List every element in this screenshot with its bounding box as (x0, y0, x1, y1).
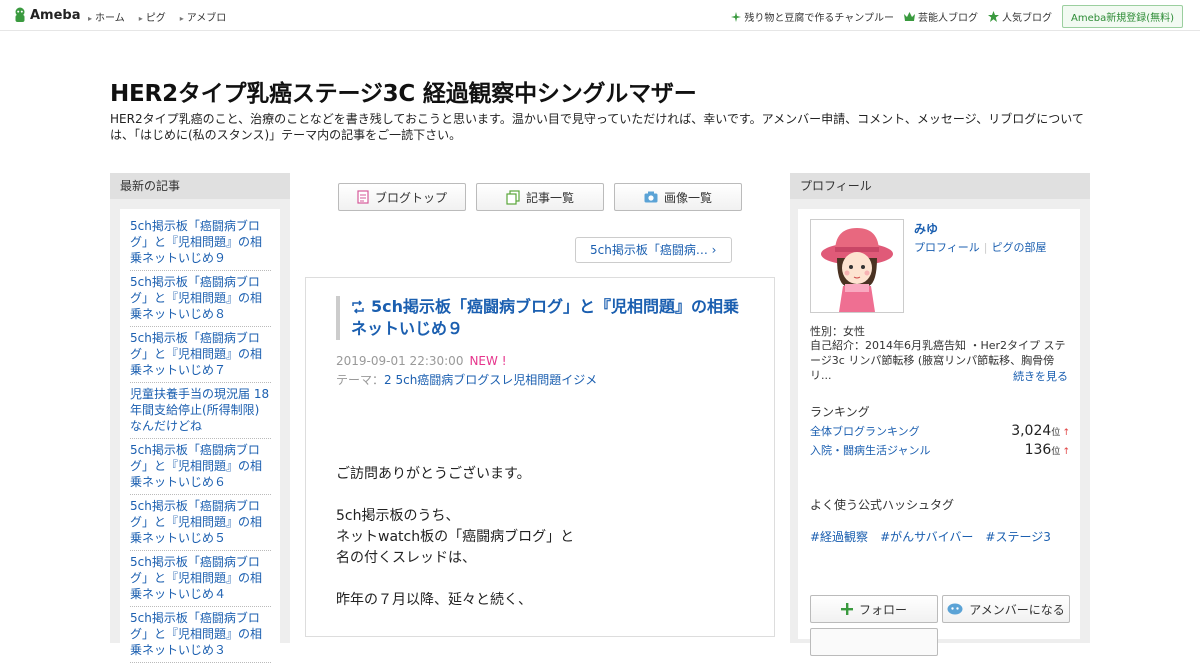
ranking-value: 3,024位 ↑ (1011, 423, 1070, 439)
body-line: 昨年の７月以降、延々と続く、 (336, 592, 532, 608)
next-entry-link[interactable]: 5ch掲示板「癌闘病… › (575, 237, 732, 263)
latest-entry-link[interactable]: 5ch掲示板「癌闘病ブログ」と『児相問題』の相乗ネットいじめ９ (130, 215, 271, 271)
amember-icon (947, 603, 963, 615)
body-line: 5ch掲示板のうち、 (336, 508, 460, 524)
read-more-link[interactable]: 続きを見る (1013, 368, 1068, 384)
latest-entries-list: 5ch掲示板「癌闘病ブログ」と『児相問題』の相乗ネットいじめ９ 5ch掲示板「癌… (120, 209, 280, 663)
message-button[interactable] (810, 628, 938, 656)
plus-icon (840, 603, 853, 615)
rank-number: 3,024 (1011, 423, 1052, 439)
entry-title-text: 5ch掲示板「癌闘病ブログ」と『児相問題』の相乗ネットいじめ９ (351, 297, 740, 338)
entry-theme: テーマ：2 5ch癌闘病ブログスレ児相問題イジメ (336, 371, 597, 388)
ameba-logo[interactable]: Ameba (13, 7, 81, 24)
nav-pigg[interactable]: ピグ (139, 9, 166, 24)
ranking-heading: ランキング (810, 405, 870, 419)
profile-box: みゆ プロフィール | ピグの部屋 性別：女性 自己紹介：2014年6月乳癌告知 ・… (798, 209, 1080, 656)
reblog-icon (352, 300, 364, 314)
amember-button[interactable]: アメンバーになる (942, 595, 1070, 623)
crown-icon (903, 11, 915, 21)
rank-unit: 位 (1051, 427, 1061, 438)
global-nav: ホーム ピグ アメブロ (88, 9, 240, 24)
blog-description: HER2タイプ乳癌のこと、治療のことなどを書き残しておこうと思います。温かい目で… (110, 112, 1084, 142)
profile-link[interactable]: プロフィール (914, 241, 980, 254)
camera-icon (644, 191, 658, 203)
blog-top-button[interactable]: ブログトップ (338, 183, 466, 211)
blog-nav-buttons: ブログトップ 記事一覧 画像一覧 (338, 183, 752, 211)
recipe-link-label: 残り物と豆腐で作るチャンプルー (744, 13, 894, 24)
link-separator: | (983, 241, 988, 254)
document-icon (357, 190, 369, 204)
latest-entries-heading: 最新の記事 (110, 173, 290, 199)
rank-up-icon: ↑ (1062, 428, 1070, 438)
header-right-links: 残り物と豆腐で作るチャンプルー 芸能人ブログ 人気ブログ Ameba新規登録(無… (731, 5, 1183, 28)
profile-name[interactable]: みゆ (914, 220, 938, 237)
star-icon (987, 11, 999, 22)
entry-date-text: 2019-09-01 22:30:00 (336, 354, 464, 368)
hashtag-list: #経過観察 #がんサバイバー #ステージ3 (810, 528, 1063, 545)
blog-title[interactable]: HER2タイプ乳癌ステージ3C 経過観察中シングルマザー (110, 74, 697, 108)
profile-heading: プロフィール (790, 173, 1090, 199)
body-line: 名の付くスレッドは、 (336, 550, 476, 566)
entry-title[interactable]: 5ch掲示板「癌闘病ブログ」と『児相問題』の相乗ネットいじめ９ (336, 296, 746, 340)
image-list-label: 画像一覧 (663, 190, 712, 205)
ranking-row: 入院・闘病生活ジャンル 136位 ↑ (810, 442, 1070, 458)
ameba-mascot-icon (15, 7, 25, 22)
global-header: Ameba ホーム ピグ アメブロ 残り物と豆腐で作るチャンプルー 芸能人ブログ… (0, 0, 1200, 31)
rank-up-icon: ↑ (1062, 447, 1070, 457)
chevron-right-icon: › (711, 243, 717, 257)
follow-button[interactable]: フォロー (810, 595, 938, 623)
popular-blog-link[interactable]: 人気ブログ (987, 9, 1052, 24)
recipe-link[interactable]: 残り物と豆腐で作るチャンプルー (731, 9, 894, 24)
ranking-overall-link[interactable]: 全体ブログランキング (810, 423, 920, 439)
blog-top-label: ブログトップ (374, 190, 447, 205)
ranking-genre-link[interactable]: 入院・闘病生活ジャンル (810, 442, 930, 458)
left-sidebar: 最新の記事 5ch掲示板「癌闘病ブログ」と『児相問題』の相乗ネットいじめ９ 5c… (110, 173, 290, 663)
latest-entry-link[interactable]: 5ch掲示板「癌闘病ブログ」と『児相問題』の相乗ネットいじめ６ (130, 439, 271, 495)
pigg-room-link[interactable]: ピグの部屋 (992, 241, 1047, 254)
latest-entry-link[interactable]: 5ch掲示板「癌闘病ブログ」と『児相問題』の相乗ネットいじめ８ (130, 271, 271, 327)
profile-gender: 性別：女性 (810, 325, 865, 338)
next-entry-label: 5ch掲示板「癌闘病… (590, 243, 708, 257)
amember-label: アメンバーになる (969, 602, 1065, 617)
rank-unit: 位 (1051, 446, 1061, 457)
follow-label: フォロー (858, 602, 907, 617)
ranking-row: 全体ブログランキング 3,024位 ↑ (810, 423, 1070, 439)
new-badge: NEW ! (469, 354, 507, 368)
avatar-figure (821, 228, 893, 312)
avatar[interactable] (810, 219, 904, 313)
logo-text: Ameba (30, 8, 81, 23)
ranking-value: 136位 ↑ (1025, 442, 1070, 458)
entry-body: ご訪問ありがとうございます。 5ch掲示板のうち、 ネットwatch板の「癌闘病… (336, 464, 574, 611)
latest-entry-link[interactable]: 5ch掲示板「癌闘病ブログ」と『児相問題』の相乗ネットいじめ４ (130, 551, 271, 607)
latest-entry-link[interactable]: 児童扶養手当の現況届 18年間支給停止(所得制限)なんだけどね (130, 383, 271, 439)
rank-number: 136 (1024, 442, 1052, 458)
latest-entry-link[interactable]: 5ch掲示板「癌闘病ブログ」と『児相問題』の相乗ネットいじめ３ (130, 607, 271, 663)
hashtag-link[interactable]: #経過観察 (810, 528, 868, 545)
hashtag-heading: よく使う公式ハッシュタグ (810, 498, 955, 512)
entry-list-label: 記事一覧 (525, 190, 574, 205)
profile-links: プロフィール | ピグの部屋 (914, 239, 1047, 255)
popular-blog-label: 人気ブログ (1001, 13, 1052, 24)
entry-list-button[interactable]: 記事一覧 (476, 183, 604, 211)
body-line: ネットwatch板の「癌闘病ブログ」と (336, 529, 575, 545)
nav-home[interactable]: ホーム (88, 9, 125, 24)
signup-button[interactable]: Ameba新規登録(無料) (1061, 5, 1183, 28)
entry-date: 2019-09-01 22:30:00 NEW ! (336, 354, 507, 368)
copy-icon (506, 189, 520, 205)
image-list-button[interactable]: 画像一覧 (614, 183, 742, 211)
body-paragraph: ご訪問ありがとうございます。 (336, 466, 531, 482)
hashtag-link[interactable]: #がんサバイバー (880, 528, 973, 545)
sparkle-icon (731, 11, 742, 22)
celebrity-blog-link[interactable]: 芸能人ブログ (903, 9, 978, 24)
nav-ameblo[interactable]: アメブロ (180, 9, 227, 24)
theme-link[interactable]: 2 5ch癌闘病ブログスレ児相問題イジメ (384, 373, 597, 387)
latest-entry-link[interactable]: 5ch掲示板「癌闘病ブログ」と『児相問題』の相乗ネットいじめ５ (130, 495, 271, 551)
right-sidebar: プロフィール みゆ プロフィール | ピグの部屋 性別：女性 自己紹介：2014… (790, 173, 1090, 656)
theme-label: テーマ： (336, 373, 385, 387)
latest-entry-link[interactable]: 5ch掲示板「癌闘病ブログ」と『児相問題』の相乗ネットいじめ７ (130, 327, 271, 383)
entry-article: 5ch掲示板「癌闘病ブログ」と『児相問題』の相乗ネットいじめ９ 2019-09-… (305, 277, 775, 637)
celebrity-blog-label: 芸能人ブログ (917, 13, 978, 24)
hashtag-link[interactable]: #ステージ3 (985, 528, 1050, 545)
